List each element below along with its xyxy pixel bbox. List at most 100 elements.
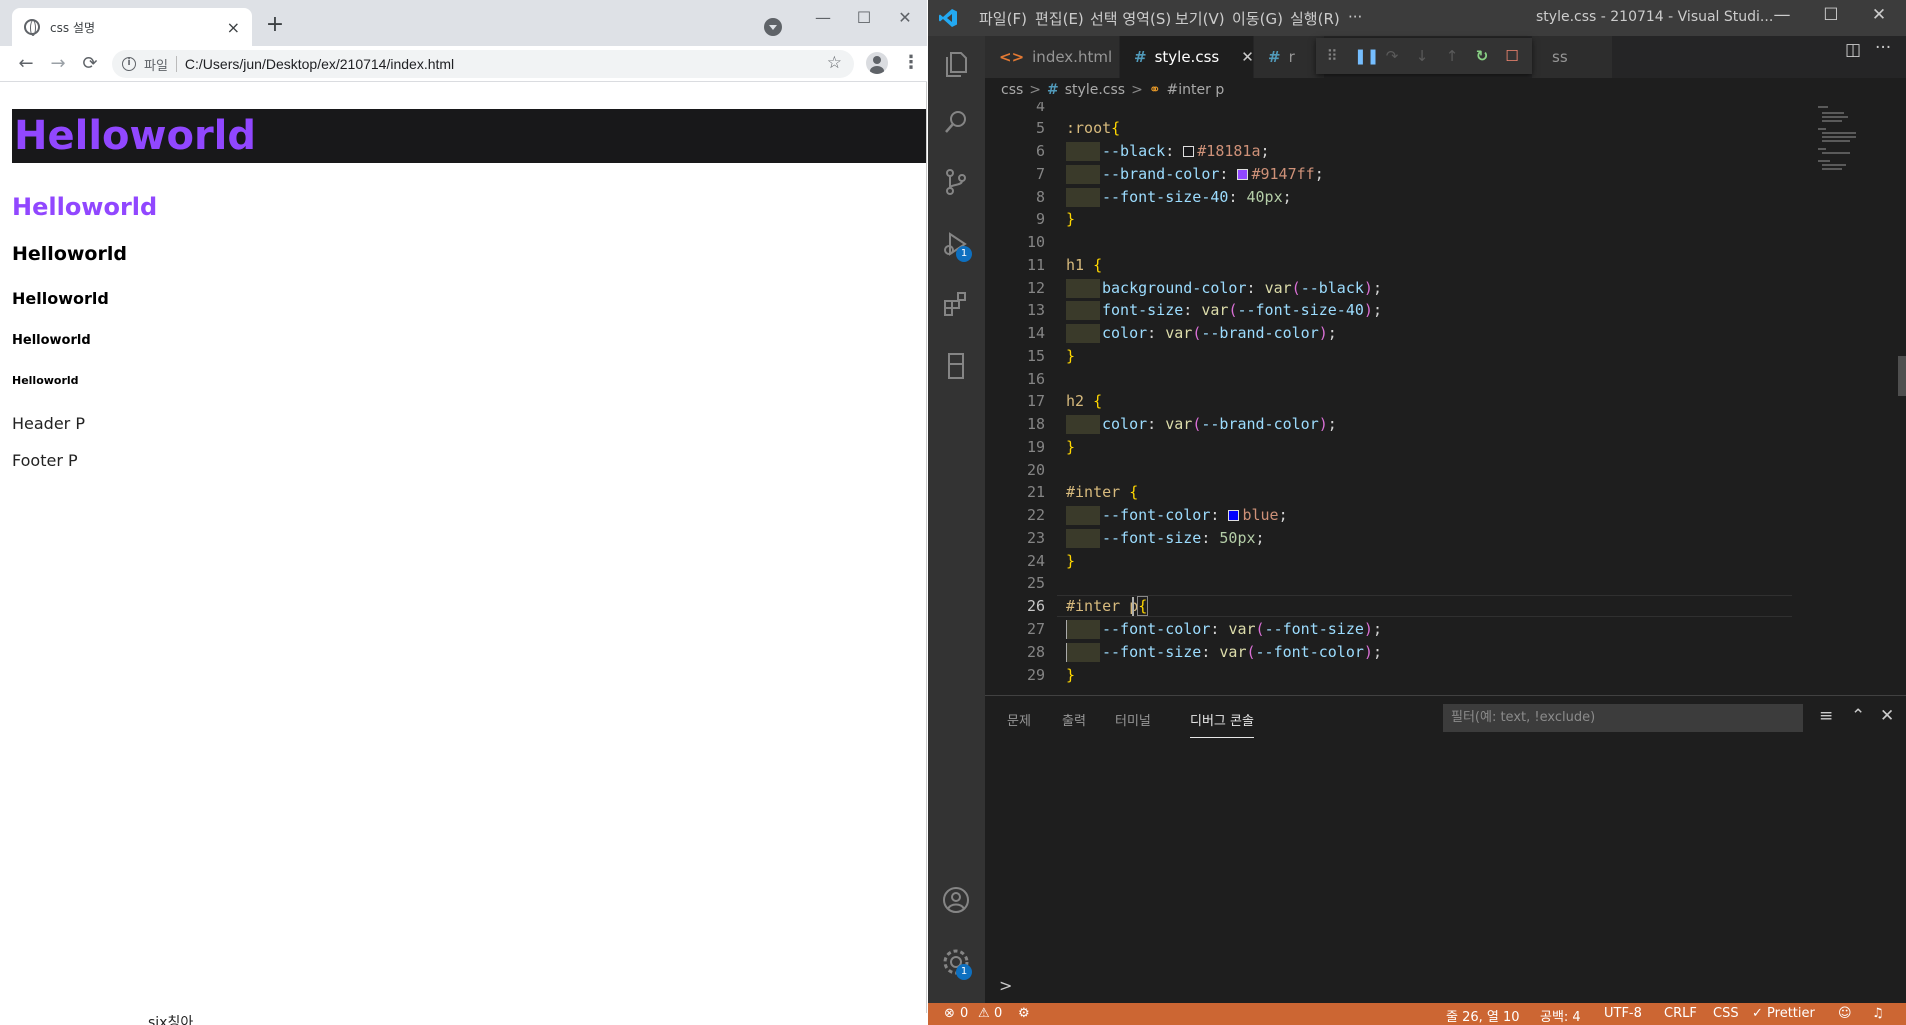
debug-console-filter-input[interactable]: 필터(예: text, !exclude) (1443, 704, 1803, 732)
code-text: --font-size-40: 40px; (1102, 188, 1292, 206)
browser-tab[interactable]: css 설명 × (12, 8, 252, 46)
prettier-status[interactable]: ✓ Prettier (1752, 1006, 1815, 1021)
cursor-position[interactable]: 줄 26, 열 10 (1446, 1006, 1520, 1025)
address-bar[interactable]: i 파일 C:/Users/jun/Desktop/ex/210714/inde… (112, 50, 854, 78)
panel-tab-output[interactable]: 출력 (1062, 710, 1086, 729)
console-prompt[interactable]: > (999, 976, 1012, 995)
accounts-icon[interactable] (940, 884, 972, 916)
back-button[interactable]: ← (14, 52, 38, 76)
line-number: 17 (1026, 392, 1045, 410)
panel-tab-problems[interactable]: 문제 (1007, 710, 1031, 729)
explorer-icon[interactable] (940, 48, 972, 80)
tab-partial[interactable]: ss (1532, 36, 1612, 78)
menu-selection[interactable]: 선택 영역(S) (1090, 8, 1171, 29)
encoding[interactable]: UTF-8 (1604, 1006, 1642, 1021)
menu-edit[interactable]: 편집(E) (1035, 8, 1084, 29)
minimize-button[interactable]: — (811, 8, 835, 27)
browser-menu-icon[interactable]: ⋮ (902, 54, 920, 72)
clear-console-icon[interactable]: ≡ (1819, 706, 1833, 726)
code-text: h2 { (1066, 392, 1103, 410)
tab-style-css[interactable]: # style.css ✕ (1120, 36, 1254, 78)
code-text: --brand-color: #9147ff; (1102, 165, 1324, 183)
code-line: 22 --font-color: blue; (985, 504, 1906, 527)
forward-button[interactable]: → (46, 52, 70, 76)
code-line: 28 --font-size: var(--font-color); (985, 641, 1906, 664)
vscode-maximize-button[interactable]: ☐ (1816, 5, 1846, 25)
debug-status-icon[interactable]: ⚙ (1018, 1006, 1030, 1021)
code-text: } (1066, 438, 1076, 456)
breadcrumb-separator: > (1029, 82, 1042, 98)
indentation[interactable]: 공백: 4 (1540, 1006, 1581, 1025)
breadcrumb-file[interactable]: style.css (1065, 82, 1125, 98)
code-text: :root{ (1066, 119, 1121, 137)
vscode-close-button[interactable]: ✕ (1864, 5, 1894, 25)
editor-scrollbar[interactable] (1898, 356, 1906, 396)
maximize-panel-icon[interactable]: ⌃ (1851, 706, 1865, 726)
run-badge: 1 (956, 246, 972, 262)
heading-h3: Helloworld (12, 243, 127, 265)
step-into-icon[interactable]: ↓ (1414, 47, 1430, 65)
remote-explorer-icon[interactable] (940, 350, 972, 382)
breadcrumb-folder[interactable]: css (1001, 82, 1023, 98)
panel-tab-terminal[interactable]: 터미널 (1115, 710, 1151, 729)
error-count[interactable]: 0 (960, 1006, 968, 1021)
code-text: --black: #18181a; (1102, 142, 1270, 160)
source-control-icon[interactable] (940, 166, 972, 198)
step-out-icon[interactable]: ↑ (1444, 47, 1460, 65)
activity-bar: 1 1 (928, 36, 985, 1003)
bookmark-star-icon[interactable]: ☆ (827, 53, 842, 73)
drag-handle-icon[interactable]: ⠿ (1324, 47, 1340, 65)
breadcrumb-symbol[interactable]: #inter p (1167, 82, 1225, 98)
address-url[interactable]: C:/Users/jun/Desktop/ex/210714/index.htm… (185, 56, 454, 72)
notifications-bell-icon[interactable]: ♫ (1872, 1006, 1884, 1021)
color-swatch (1183, 146, 1195, 157)
menu-more[interactable]: ··· (1348, 8, 1362, 26)
step-over-icon[interactable]: ↷ (1384, 47, 1400, 65)
code-text: } (1066, 552, 1076, 570)
code-line: 10 (985, 231, 1906, 254)
minimap[interactable] (1814, 102, 1886, 182)
split-editor-icon[interactable]: ◫ (1845, 40, 1861, 60)
menu-view[interactable]: 보기(V) (1175, 8, 1225, 29)
language-mode[interactable]: CSS (1713, 1006, 1739, 1021)
vscode-minimize-button[interactable]: — (1767, 5, 1797, 25)
profile-avatar[interactable] (866, 52, 888, 74)
close-panel-icon[interactable]: ✕ (1880, 706, 1894, 726)
stop-icon[interactable]: ☐ (1504, 47, 1520, 65)
info-icon[interactable]: i (122, 57, 136, 71)
tab-close-icon[interactable]: ✕ (1241, 48, 1254, 66)
bottom-panel: 문제 출력 터미널 디버그 콘솔 필터(예: text, !exclude) ≡… (985, 695, 1906, 1003)
feedback-icon[interactable]: ☺ (1838, 1006, 1852, 1021)
end-of-line[interactable]: CRLF (1664, 1006, 1697, 1021)
menu-go[interactable]: 이동(G) (1232, 8, 1283, 29)
close-window-button[interactable]: ✕ (893, 8, 917, 27)
new-tab-button[interactable]: + (263, 12, 287, 37)
reload-button[interactable]: ⟳ (78, 52, 102, 76)
maximize-button[interactable]: ☐ (852, 8, 876, 27)
code-editor[interactable]: 4 5 :root{ 6 --black: #18181a; 7 --brand… (985, 102, 1906, 695)
vscode-titlebar: 파일(F) 편집(E) 선택 영역(S) 보기(V) 이동(G) 실행(R) ·… (928, 0, 1906, 36)
line-number: 22 (1026, 506, 1045, 524)
code-line: 14 color: var(--brand-color); (985, 322, 1906, 345)
code-text: } (1066, 347, 1076, 365)
panel-tab-debug-console[interactable]: 디버그 콘솔 (1190, 710, 1254, 738)
code-text: } (1066, 666, 1076, 684)
code-text: h1 { (1066, 256, 1103, 274)
menu-run[interactable]: 실행(R) (1290, 8, 1340, 29)
warning-count[interactable]: 0 (994, 1006, 1002, 1021)
indent-guide (1066, 643, 1100, 662)
menu-file[interactable]: 파일(F) (979, 8, 1027, 29)
code-line: 27 --font-color: var(--font-size); (985, 618, 1906, 641)
extensions-icon[interactable] (940, 288, 972, 320)
pause-icon[interactable]: ❚❚ (1354, 47, 1379, 65)
more-actions-icon[interactable]: ··· (1875, 38, 1891, 58)
tab-close-button[interactable]: × (227, 18, 240, 37)
background-window-text: six칭아 (148, 1015, 194, 1025)
tab-index-html[interactable]: <> index.html (985, 36, 1119, 78)
restart-icon[interactable]: ↻ (1474, 47, 1490, 65)
tab-other-css[interactable]: # r (1254, 36, 1324, 78)
tab-label: index.html (1032, 48, 1113, 66)
tab-search-icon[interactable] (764, 18, 782, 36)
search-icon[interactable] (940, 106, 972, 138)
line-number: 8 (1035, 188, 1045, 206)
